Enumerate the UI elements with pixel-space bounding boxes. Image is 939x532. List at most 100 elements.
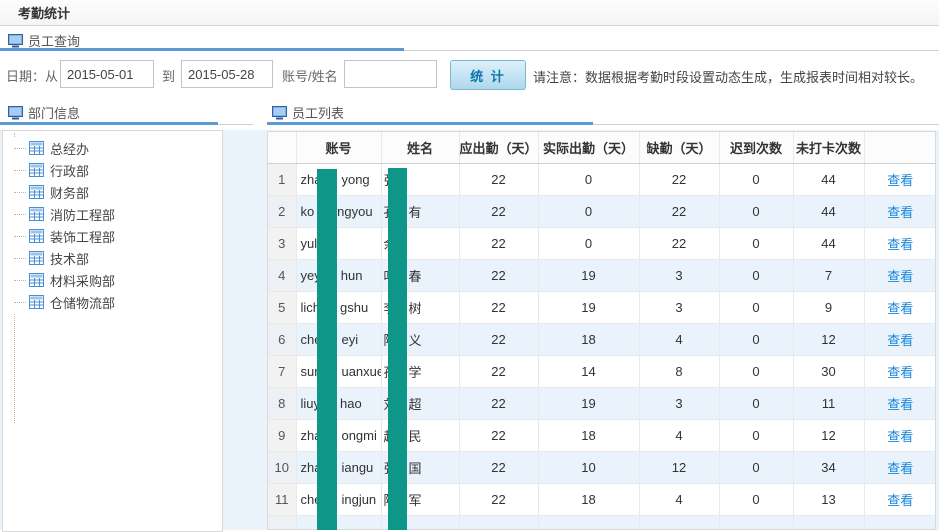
redaction-bar	[317, 169, 337, 530]
department-tree-item[interactable]: 消防工程部	[3, 203, 222, 225]
view-link[interactable]: 查看	[887, 365, 913, 380]
actual-days-cell: 18	[538, 483, 639, 515]
row-index: 3	[268, 227, 296, 259]
department-icon	[29, 251, 44, 265]
department-tree: 总经办 行政部 财务部	[3, 137, 222, 313]
accent-underline	[0, 122, 218, 125]
tree-connector	[14, 302, 26, 303]
missed-punch-cell: 34	[793, 451, 864, 483]
view-cell: 查看	[864, 419, 936, 451]
col-header-index	[268, 132, 296, 163]
actual-days-cell: 0	[538, 195, 639, 227]
absent-days-cell: 3	[639, 291, 719, 323]
actual-days-cell: 19	[538, 387, 639, 419]
late-count-cell: 0	[719, 259, 793, 291]
date-to-input[interactable]	[181, 60, 273, 88]
department-tree-item[interactable]: 技术部	[3, 247, 222, 269]
notice-text: 请注意：数据根据考勤时段设置动态生成，生成报表时间相对较长。	[533, 67, 923, 86]
due-days-cell: 22	[459, 163, 538, 195]
row-index: 6	[268, 323, 296, 355]
accent-underline	[0, 48, 404, 51]
account-cell: cheingjun	[296, 483, 381, 515]
department-tree-item[interactable]: 财务部	[3, 181, 222, 203]
late-count-cell: 0	[719, 387, 793, 419]
table-row: 3 yul 余 22 0 22 0 44 查看	[268, 227, 936, 259]
table-row: 11 cheingjun 陈军 22 18 4 0 13 查看	[268, 483, 936, 515]
tree-connector	[14, 258, 26, 259]
actual-days-cell: 0	[538, 163, 639, 195]
row-index: 11	[268, 483, 296, 515]
tree-connector	[14, 214, 26, 215]
absent-days-cell: 22	[639, 227, 719, 259]
department-tree-item[interactable]: 仓储物流部	[3, 291, 222, 313]
late-count-cell: 0	[719, 483, 793, 515]
absent-days-cell: 3	[639, 387, 719, 419]
view-link[interactable]: 查看	[887, 269, 913, 284]
view-cell: 查看	[864, 259, 936, 291]
missed-punch-cell: 11	[793, 387, 864, 419]
view-cell: 查看	[864, 483, 936, 515]
absent-days-cell: 4	[639, 483, 719, 515]
page-tab-attendance-stats[interactable]: 考勤统计	[0, 0, 939, 26]
missed-punch-cell: 9	[793, 291, 864, 323]
late-count-cell: 0	[719, 195, 793, 227]
view-link[interactable]: 查看	[887, 333, 913, 348]
view-cell: 查看	[864, 291, 936, 323]
row-index: 5	[268, 291, 296, 323]
view-link[interactable]: 查看	[887, 429, 913, 444]
col-header-absent-days: 缺勤（天）	[639, 132, 719, 163]
view-cell: 查看	[864, 227, 936, 259]
col-header-actual-days: 实际出勤（天）	[538, 132, 639, 163]
view-cell: 查看	[864, 323, 936, 355]
page-title: 考勤统计	[18, 3, 70, 22]
absent-days-cell: 4	[639, 323, 719, 355]
department-icon	[29, 163, 44, 177]
statistics-button[interactable]: 统 计	[450, 60, 526, 90]
late-count-cell: 0	[719, 227, 793, 259]
table-row: 4 yeyhun 叶春 22 19 3 0 7 查看	[268, 259, 936, 291]
col-header-late-count: 迟到次数	[719, 132, 793, 163]
department-info-title: 部门信息	[28, 103, 80, 122]
view-link[interactable]: 查看	[887, 173, 913, 188]
absent-days-cell: 22	[639, 163, 719, 195]
monitor-icon	[272, 106, 287, 120]
view-link[interactable]: 查看	[887, 237, 913, 252]
department-tree-item[interactable]: 装饰工程部	[3, 225, 222, 247]
table-row: 6 cheeyi 陈义 22 18 4 0 12 查看	[268, 323, 936, 355]
col-header-actions	[864, 132, 936, 163]
late-count-cell: 0	[719, 355, 793, 387]
account-name-input[interactable]	[344, 60, 437, 88]
account-cell: yeyhun	[296, 259, 381, 291]
redaction-bar	[388, 168, 407, 530]
view-link[interactable]: 查看	[887, 493, 913, 508]
actual-days-cell: 10	[538, 451, 639, 483]
view-link[interactable]: 查看	[887, 301, 913, 316]
view-cell: 查看	[864, 387, 936, 419]
view-link[interactable]: 查看	[887, 205, 913, 220]
due-days-cell: 22	[459, 419, 538, 451]
department-info-header: 部门信息	[8, 103, 80, 122]
department-tree-panel: 总经办 行政部 财务部	[2, 130, 223, 532]
table-row: 7 sunuanxue 孙学 22 14 8 0 30 查看	[268, 355, 936, 387]
late-count-cell: 0	[719, 323, 793, 355]
department-tree-item[interactable]: 行政部	[3, 159, 222, 181]
department-tree-item[interactable]: 材料采购部	[3, 269, 222, 291]
row-index: 9	[268, 419, 296, 451]
row-index: 2	[268, 195, 296, 227]
due-days-cell: 22	[459, 227, 538, 259]
row-index: 7	[268, 355, 296, 387]
view-cell: 查看	[864, 195, 936, 227]
view-link[interactable]: 查看	[887, 397, 913, 412]
table-row: 9 zhaongmi 赵民 22 18 4 0 12 查看	[268, 419, 936, 451]
account-cell: lichgshu	[296, 291, 381, 323]
department-tree-item[interactable]: 总经办	[3, 137, 222, 159]
view-cell: 查看	[864, 163, 936, 195]
monitor-icon	[8, 106, 23, 120]
accent-underline	[267, 122, 593, 125]
date-from-input[interactable]	[60, 60, 154, 88]
table-row: 2 koingyou 孔有 22 0 22 0 44 查看	[268, 195, 936, 227]
account-cell: yul	[296, 227, 381, 259]
row-index: 8	[268, 387, 296, 419]
view-link[interactable]: 查看	[887, 461, 913, 476]
due-days-cell: 22	[459, 195, 538, 227]
